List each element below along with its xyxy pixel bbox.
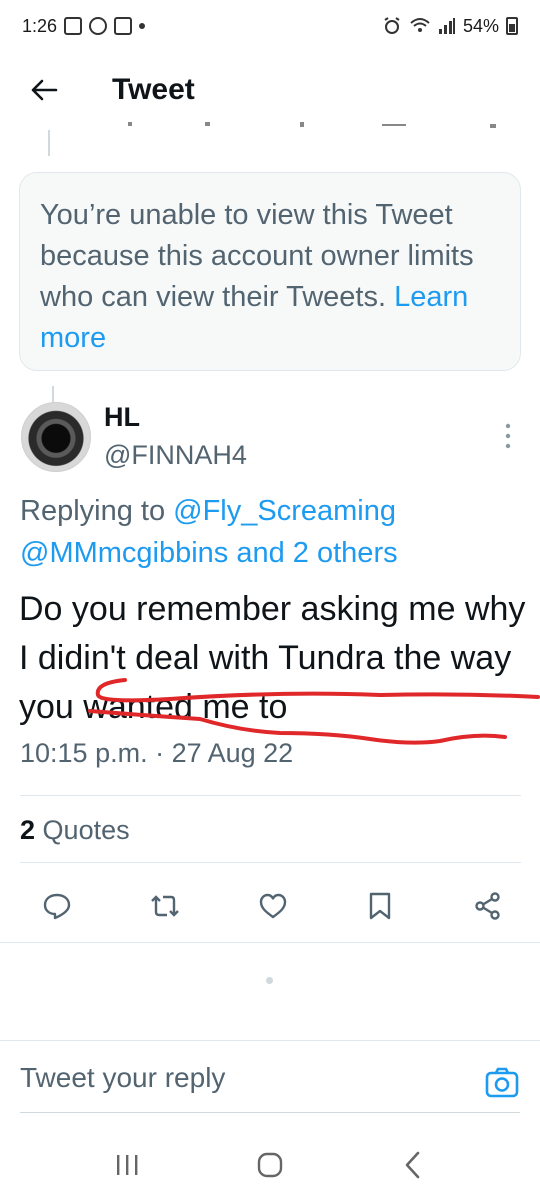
tweet-actions — [20, 880, 521, 932]
mention-link[interactable]: @MMmcgibbins and 2 others — [20, 537, 398, 569]
quotes-number: 2 — [20, 815, 36, 845]
like-button[interactable] — [253, 886, 293, 926]
status-right: 54% — [382, 16, 518, 37]
camera-icon — [485, 1067, 519, 1098]
more-notifications-icon — [139, 23, 146, 29]
back-nav-button[interactable] — [383, 1140, 443, 1190]
tweet-timestamp[interactable]: 10:15 p.m. · 27 Aug 22 — [20, 738, 293, 769]
replying-prefix: Replying to — [20, 495, 166, 527]
top-app-bar: Tweet — [0, 52, 540, 127]
retweet-button[interactable] — [145, 886, 185, 926]
divider — [20, 862, 521, 863]
share-button[interactable] — [468, 886, 508, 926]
back-button[interactable] — [18, 64, 70, 116]
battery-percent: 54% — [462, 15, 499, 36]
bookmark-button[interactable] — [360, 886, 400, 926]
battery-icon — [506, 17, 518, 35]
more-options-icon[interactable] — [498, 418, 518, 454]
author-name[interactable]: HL — [104, 402, 140, 433]
alarm-icon — [384, 17, 400, 34]
gallery-notification-icon — [64, 17, 83, 35]
recent-apps-icon — [116, 1155, 138, 1175]
back-arrow-icon — [31, 79, 58, 100]
mention-link[interactable]: @Fly_Screaming — [173, 495, 396, 527]
wifi-icon — [410, 18, 430, 32]
camera-button[interactable] — [484, 1065, 520, 1101]
status-bar: 1:26 54% — [0, 0, 540, 52]
page-title: Tweet — [112, 72, 195, 106]
restricted-tweet-notice: You’re unable to view this Tweet because… — [19, 172, 521, 371]
system-navigation-bar — [0, 1130, 540, 1200]
app-notification-icon — [89, 17, 108, 35]
share-icon — [475, 892, 500, 920]
status-time: 1:26 — [22, 15, 58, 36]
quotes-count[interactable]: 2 Quotes — [20, 815, 130, 846]
divider — [0, 942, 540, 943]
bookmark-icon — [370, 892, 391, 920]
signal-icon — [438, 18, 455, 34]
loading-indicator — [266, 977, 273, 984]
reply-input-underline — [20, 1112, 520, 1113]
reply-input[interactable] — [20, 1062, 450, 1094]
recent-apps-button[interactable] — [97, 1140, 157, 1190]
reply-button[interactable] — [37, 886, 77, 926]
home-button[interactable] — [240, 1140, 300, 1190]
replying-to: Replying to @Fly_Screaming @MMmcgibbins … — [20, 490, 525, 574]
reply-icon — [43, 893, 71, 920]
quotes-label: Quotes — [42, 815, 130, 845]
retweet-icon — [150, 895, 179, 917]
home-icon — [257, 1152, 283, 1178]
like-icon — [259, 893, 286, 919]
truncated-previous-tweet — [128, 122, 496, 128]
thread-connector-line — [48, 130, 50, 156]
back-chevron-icon — [406, 1151, 420, 1179]
status-left: 1:26 — [22, 15, 146, 37]
avatar[interactable] — [21, 402, 91, 472]
media-notification-icon — [114, 17, 133, 35]
divider — [20, 795, 521, 796]
author-handle[interactable]: @FINNAH4 — [104, 440, 247, 471]
